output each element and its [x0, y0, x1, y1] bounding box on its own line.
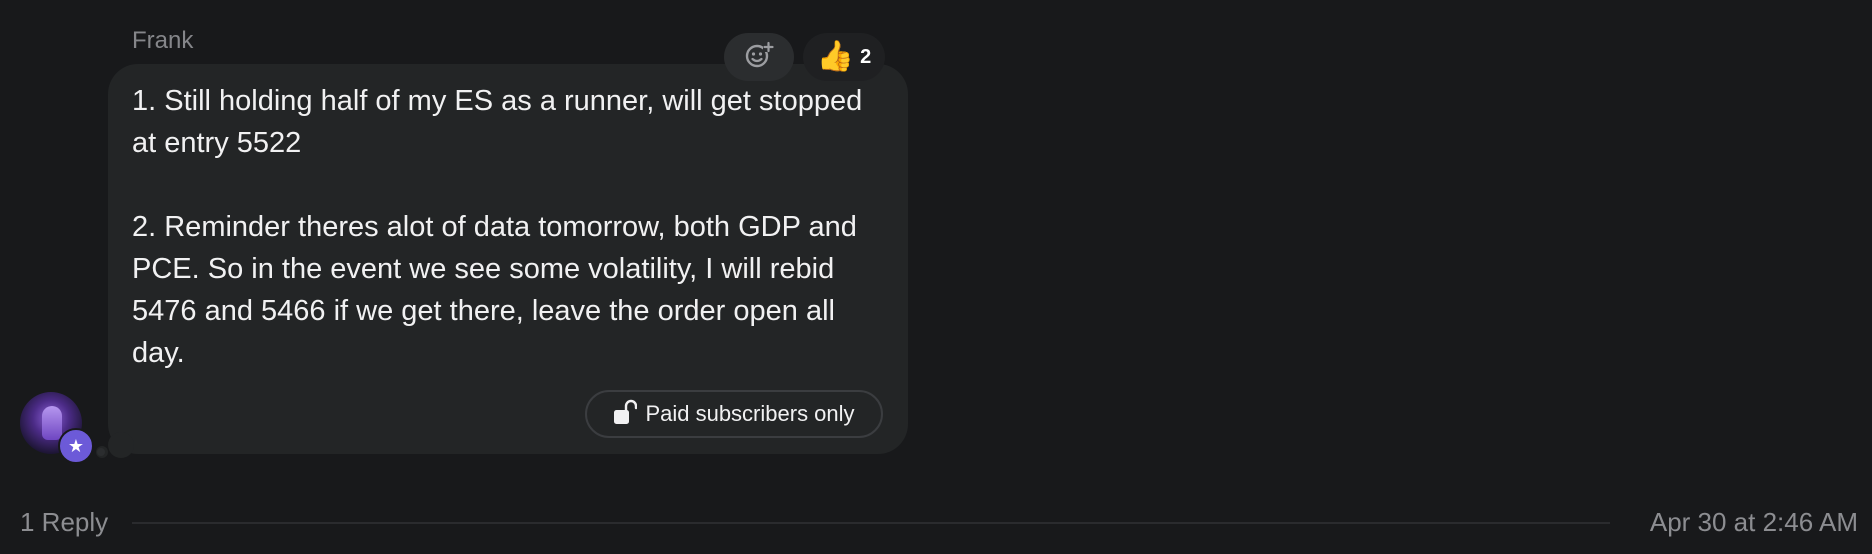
sender-name[interactable]: Frank: [132, 26, 193, 56]
bubble-tail-dot: [97, 448, 105, 456]
message-text: 1. Still holding half of my ES as a runn…: [132, 80, 872, 374]
message-bubble[interactable]: 1. Still holding half of my ES as a runn…: [108, 64, 908, 454]
bubble-tail-dot: [108, 432, 134, 458]
add-reaction-icon: [744, 40, 774, 75]
thumbs-up-icon: 👍: [816, 40, 855, 73]
paid-subscribers-chip[interactable]: Paid subscribers only: [585, 390, 883, 438]
unlock-icon: [613, 399, 638, 430]
message-paragraph-1: 1. Still holding half of my ES as a runn…: [132, 85, 863, 159]
message-paragraph-2: 2. Reminder theres alot of data tomorrow…: [132, 211, 857, 369]
thumbs-up-reaction[interactable]: 👍 2: [803, 33, 885, 81]
avatar-figure: [42, 406, 62, 440]
reaction-count: 2: [860, 45, 872, 68]
message-timestamp: Apr 30 at 2:46 AM: [1649, 507, 1858, 537]
footer-divider: [132, 522, 1610, 524]
star-icon: ★: [58, 428, 94, 464]
replies-link[interactable]: 1 Reply: [20, 507, 108, 538]
message-thread: Frank 1. Still holding half of my ES as …: [0, 0, 1872, 554]
add-reaction-button[interactable]: [724, 33, 794, 81]
paid-chip-label: Paid subscribers only: [645, 401, 855, 426]
